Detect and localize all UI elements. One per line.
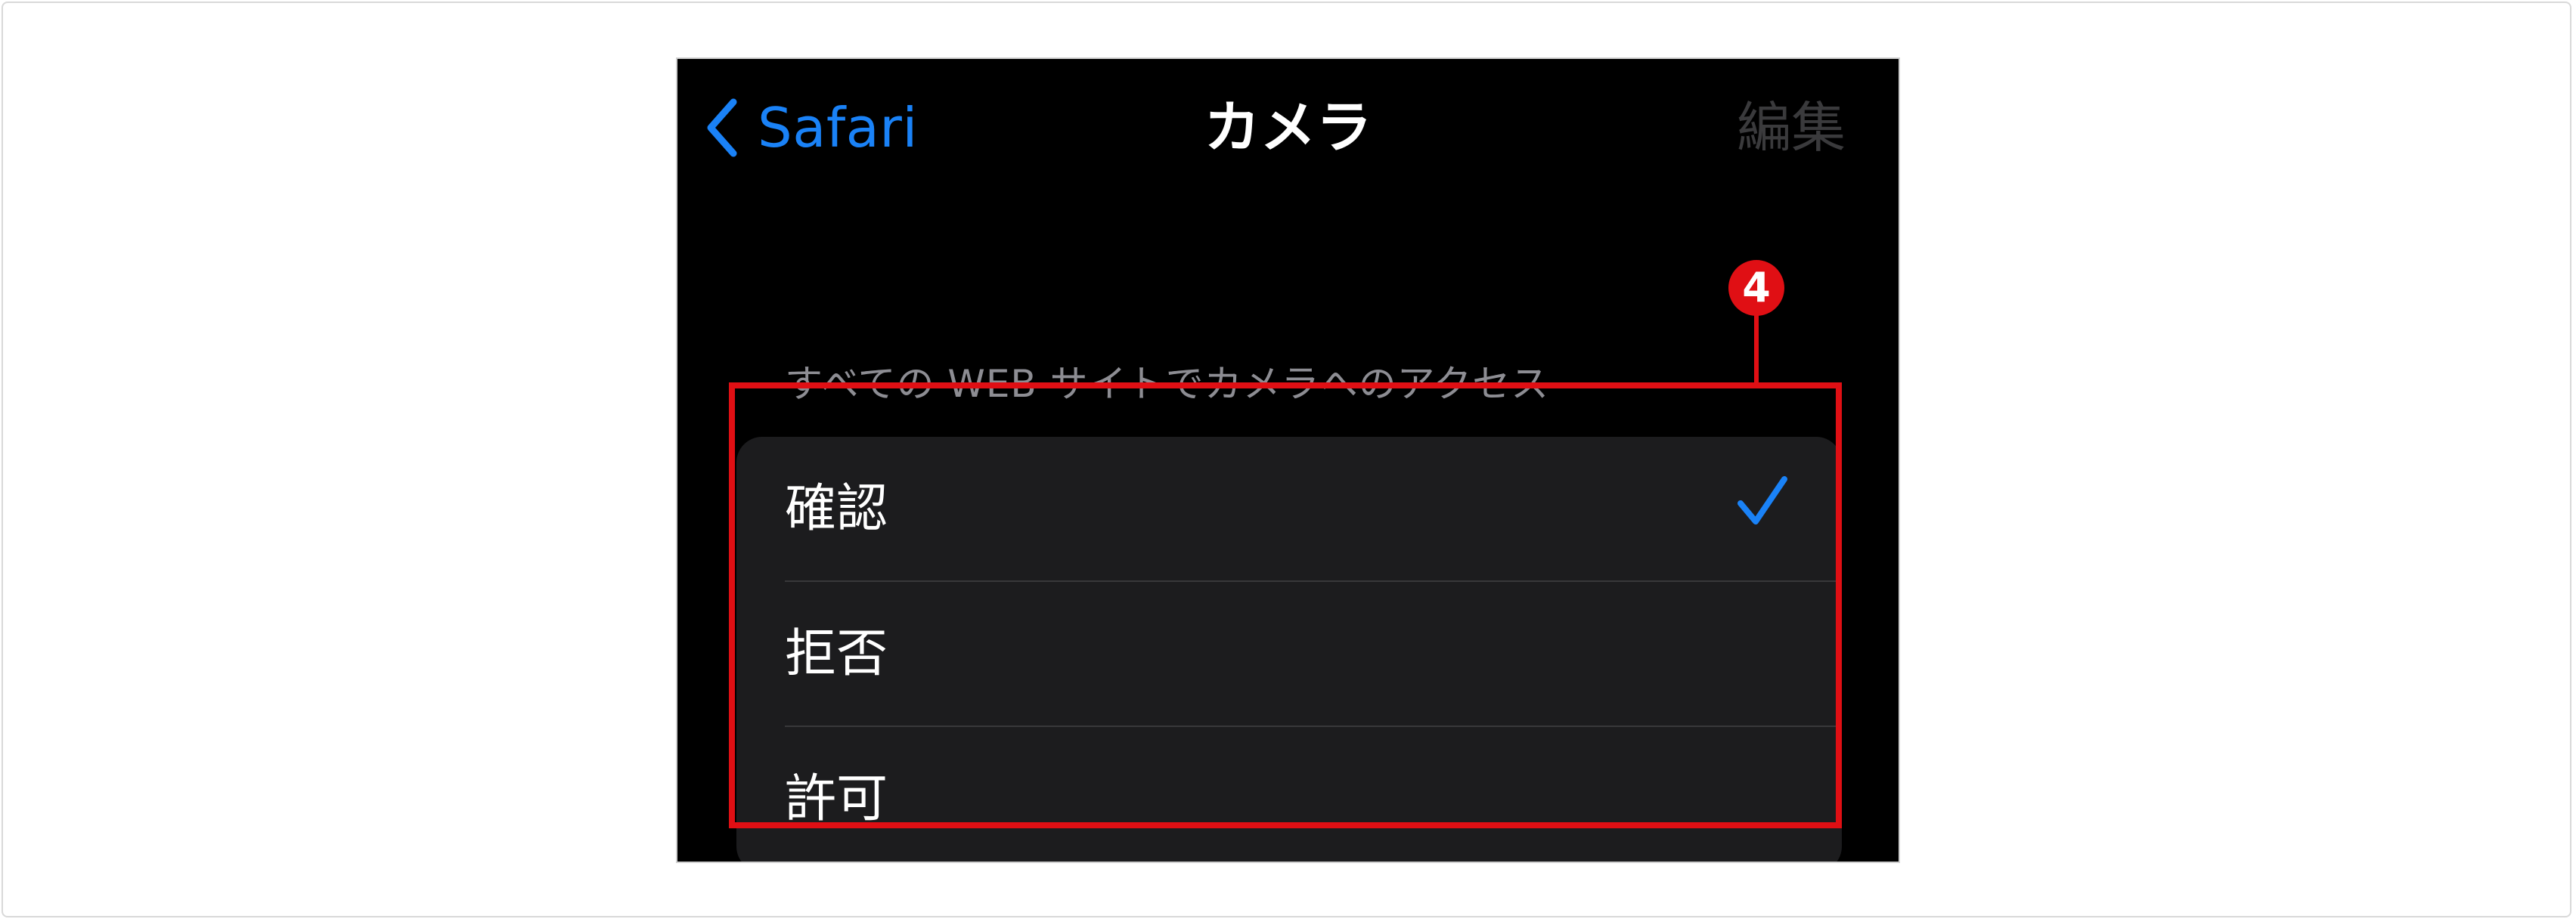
chevron-left-icon [707, 98, 737, 157]
back-button[interactable]: Safari [705, 86, 918, 169]
annotation-number-badge: 4 [1728, 260, 1784, 316]
edit-button[interactable]: 編集 [1737, 86, 1846, 169]
annotation-callout-line [1754, 314, 1759, 385]
back-button-label: Safari [758, 96, 918, 159]
annotation-highlight-box [729, 382, 1842, 828]
